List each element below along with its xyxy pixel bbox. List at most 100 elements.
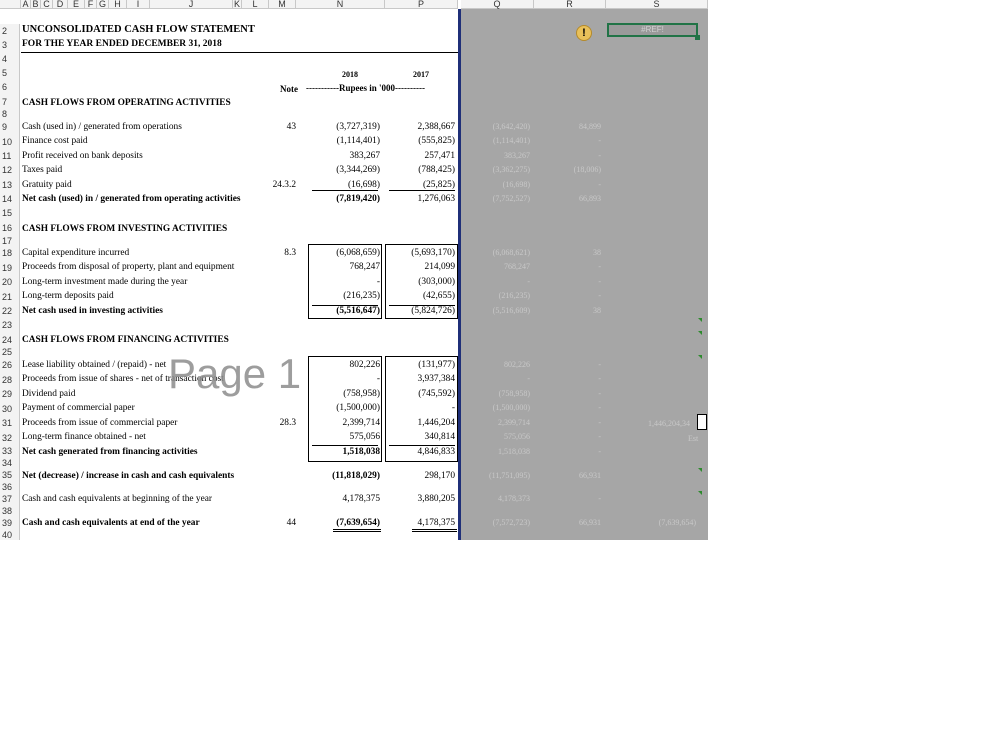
column-header-e[interactable]: E <box>68 0 85 9</box>
row-header-20[interactable]: 20 <box>0 275 20 290</box>
row-header-40[interactable]: 40 <box>0 530 20 540</box>
column-header-m[interactable]: M <box>269 0 296 9</box>
value-col-q[interactable]: (1,114,401) <box>462 135 530 146</box>
cell-s31[interactable]: 1,446,204,34 <box>612 418 690 429</box>
value-col-r[interactable]: - <box>535 417 601 428</box>
column-header-j[interactable]: J <box>150 0 233 9</box>
column-header-r[interactable]: R <box>534 0 606 9</box>
row-header-3[interactable]: 3 <box>0 38 20 52</box>
value-col-q[interactable]: - <box>462 373 530 384</box>
cell-s32[interactable]: Est <box>688 433 706 444</box>
column-header-c[interactable]: C <box>41 0 53 9</box>
value-col-r[interactable]: - <box>535 388 601 399</box>
row-header-4[interactable]: 4 <box>0 52 20 66</box>
value-col-r[interactable]: - <box>535 179 601 190</box>
value-col-q[interactable]: (3,362,275) <box>462 164 530 175</box>
row-header-25[interactable]: 25 <box>0 347 20 358</box>
value-2017[interactable]: 257,471 <box>383 151 455 162</box>
value-col-q[interactable]: 575,056 <box>462 431 530 442</box>
column-header-d[interactable]: D <box>53 0 68 9</box>
column-header-h[interactable]: H <box>109 0 127 9</box>
row-header-28[interactable]: 28 <box>0 373 20 387</box>
row-header-37[interactable]: 37 <box>0 493 20 506</box>
value-col-q[interactable]: 802,226 <box>462 359 530 370</box>
value-col-r[interactable]: - <box>535 493 601 504</box>
row-header-6[interactable]: 6 <box>0 80 20 95</box>
row-header-30[interactable]: 30 <box>0 402 20 416</box>
value-col-r[interactable]: (18,006) <box>535 164 601 175</box>
value-col-q[interactable]: (216,235) <box>462 290 530 301</box>
value-col-r[interactable]: - <box>535 402 601 413</box>
value-col-q[interactable]: (758,958) <box>462 388 530 399</box>
select-all-corner[interactable] <box>0 0 21 9</box>
row-header-26[interactable]: 26 <box>0 358 20 373</box>
value-2018[interactable]: 4,178,375 <box>305 494 381 505</box>
value-col-r[interactable]: - <box>535 261 601 272</box>
column-header-p[interactable]: P <box>385 0 458 9</box>
row-header-2[interactable]: 2 <box>0 24 20 38</box>
row-header-38[interactable]: 38 <box>0 506 20 516</box>
value-col-q[interactable]: - <box>462 276 530 287</box>
warning-icon[interactable]: ! <box>576 25 592 41</box>
column-header-s[interactable]: S <box>606 0 708 9</box>
value-col-q[interactable]: (1,500,000) <box>462 402 530 413</box>
row-header-14[interactable]: 14 <box>0 192 20 206</box>
value-col-r[interactable]: - <box>535 150 601 161</box>
value-col-q[interactable]: 383,267 <box>462 150 530 161</box>
value-col-r[interactable]: - <box>535 290 601 301</box>
column-header-i[interactable]: I <box>127 0 150 9</box>
row-header-22[interactable]: 22 <box>0 304 20 318</box>
value-2018[interactable]: (1,114,401) <box>305 136 380 147</box>
value-col-q[interactable]: 768,247 <box>462 261 530 272</box>
value-col-r[interactable]: 84,899 <box>535 121 601 132</box>
value-col-q[interactable]: (7,752,527) <box>462 193 530 204</box>
value-col-q[interactable]: (5,516,609) <box>462 305 530 316</box>
column-header-k[interactable]: K <box>233 0 242 9</box>
value-col-r[interactable]: 66,931 <box>535 470 601 481</box>
value-col-r[interactable]: 38 <box>535 305 601 316</box>
value-2017[interactable]: 1,276,063 <box>383 194 456 205</box>
value-col-q[interactable]: (16,698) <box>462 179 530 190</box>
row-header-11[interactable]: 11 <box>0 149 20 163</box>
value-2018[interactable]: (11,818,029) <box>305 471 380 482</box>
row-header-15[interactable]: 15 <box>0 206 20 221</box>
row-header-34[interactable]: 34 <box>0 458 20 469</box>
value-2017[interactable]: 2,388,667 <box>383 122 456 133</box>
value-2018[interactable]: (3,344,269) <box>305 165 380 176</box>
row-header-5[interactable]: 5 <box>0 66 20 80</box>
value-col-q[interactable]: (3,642,420) <box>462 121 530 132</box>
row-header-18[interactable]: 18 <box>0 246 20 261</box>
value-col-r[interactable]: - <box>535 359 601 370</box>
row-header-8[interactable]: 8 <box>0 109 20 120</box>
value-2017[interactable]: (555,825) <box>383 136 455 147</box>
spreadsheet[interactable]: ABCDEFGHIJKLMNPQRS 2 3 4 5 6 7 8 9 10 11 12 13 14 15 1… <box>0 0 708 540</box>
value-col-r[interactable]: - <box>535 431 601 442</box>
row-header-33[interactable]: 33 <box>0 445 20 458</box>
cell-s39[interactable]: (7,639,654) <box>612 517 696 528</box>
value-col-r[interactable]: - <box>535 276 601 287</box>
column-header-g[interactable]: G <box>97 0 109 9</box>
column-header-q[interactable]: Q <box>461 0 534 9</box>
row-header-29[interactable]: 29 <box>0 387 20 402</box>
value-2018[interactable]: (3,727,319) <box>305 122 380 133</box>
row-header-19[interactable]: 19 <box>0 261 20 275</box>
value-2017[interactable]: (788,425) <box>383 165 455 176</box>
row-header-10[interactable]: 10 <box>0 135 20 149</box>
row-header-16[interactable]: 16 <box>0 221 20 236</box>
row-header-21[interactable]: 21 <box>0 290 20 304</box>
row-header-9[interactable]: 9 <box>0 120 20 135</box>
row-header-24[interactable]: 24 <box>0 333 20 347</box>
row-header-39[interactable]: 39 <box>0 516 20 530</box>
value-2017[interactable]: 4,178,375 <box>383 518 456 529</box>
row-header-35[interactable]: 35 <box>0 469 20 482</box>
value-col-r[interactable]: 66,893 <box>535 193 601 204</box>
value-col-r[interactable]: 38 <box>535 247 601 258</box>
value-col-q[interactable]: (6,068,621) <box>462 247 530 258</box>
value-2017[interactable]: 3,880,205 <box>383 494 456 505</box>
row-header-17[interactable]: 17 <box>0 236 20 246</box>
column-header-a[interactable]: A <box>21 0 31 9</box>
row-header-13[interactable]: 13 <box>0 178 20 192</box>
column-header-l[interactable]: L <box>242 0 269 9</box>
column-header-f[interactable]: F <box>85 0 97 9</box>
value-2018[interactable]: (7,819,420) <box>305 194 380 205</box>
